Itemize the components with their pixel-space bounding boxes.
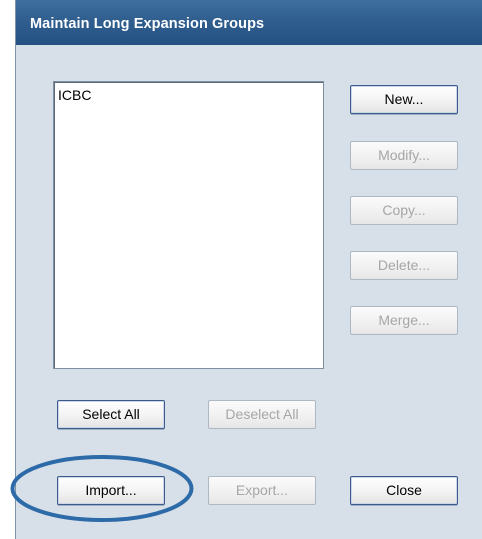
new-button[interactable]: New...: [350, 85, 458, 114]
dialog-window: Maintain Long Expansion Groups ICBC New.…: [15, 0, 482, 539]
import-button[interactable]: Import...: [57, 476, 165, 505]
close-button[interactable]: Close: [350, 476, 458, 505]
deselect-all-button[interactable]: Deselect All: [208, 400, 316, 429]
delete-button[interactable]: Delete...: [350, 251, 458, 280]
select-all-button[interactable]: Select All: [57, 400, 165, 429]
groups-listbox[interactable]: ICBC: [53, 81, 324, 369]
merge-button[interactable]: Merge...: [350, 306, 458, 335]
title-bar[interactable]: Maintain Long Expansion Groups: [16, 0, 482, 45]
dialog-title: Maintain Long Expansion Groups: [30, 16, 265, 32]
copy-button[interactable]: Copy...: [350, 196, 458, 225]
modify-button[interactable]: Modify...: [350, 141, 458, 170]
list-item[interactable]: ICBC: [58, 87, 91, 103]
export-button[interactable]: Export...: [208, 476, 316, 505]
